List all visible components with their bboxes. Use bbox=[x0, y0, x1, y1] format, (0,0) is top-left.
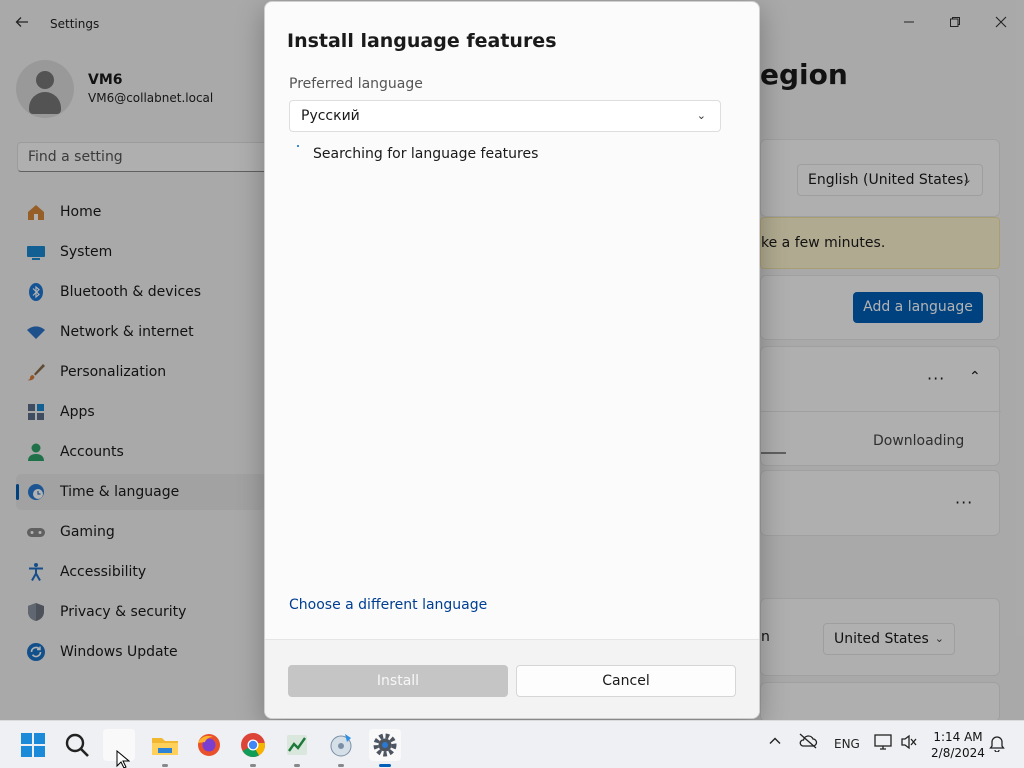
clock[interactable]: 1:14 AM 2/8/2024 bbox=[928, 729, 988, 761]
dialog-title: Install language features bbox=[287, 30, 557, 52]
clock-time: 1:14 AM bbox=[933, 730, 983, 744]
gear-icon bbox=[373, 733, 397, 757]
dialog-footer: Install Cancel bbox=[265, 639, 759, 718]
start-button[interactable] bbox=[17, 729, 49, 761]
chevron-up-icon[interactable] bbox=[768, 734, 782, 751]
preferred-language-dropdown[interactable]: Русский ⌄ bbox=[289, 100, 721, 132]
chevron-down-icon: ⌄ bbox=[696, 109, 706, 122]
preferred-language-label: Preferred language bbox=[289, 76, 423, 92]
install-button[interactable]: Install bbox=[288, 665, 508, 697]
display-icon[interactable] bbox=[874, 734, 892, 753]
chart-app-icon bbox=[287, 735, 307, 755]
file-explorer-button[interactable] bbox=[149, 729, 181, 767]
search-icon bbox=[65, 733, 89, 757]
preferred-language-value: Русский bbox=[301, 108, 360, 124]
volume-muted-icon[interactable] bbox=[900, 734, 918, 753]
cloud-offline-icon[interactable] bbox=[798, 733, 818, 752]
firefox-icon bbox=[198, 734, 220, 756]
mouse-cursor-icon bbox=[116, 749, 131, 768]
loading-spinner-icon bbox=[295, 143, 305, 153]
firefox-button[interactable] bbox=[193, 729, 225, 761]
disk-app-icon bbox=[330, 734, 352, 757]
windows-logo-icon bbox=[21, 733, 45, 757]
app-chart-button[interactable] bbox=[281, 729, 313, 767]
chrome-button[interactable] bbox=[237, 729, 269, 767]
language-indicator[interactable]: ENG bbox=[834, 737, 860, 751]
cancel-button[interactable]: Cancel bbox=[516, 665, 736, 697]
choose-different-language-link[interactable]: Choose a different language bbox=[289, 597, 487, 613]
search-button[interactable] bbox=[61, 729, 93, 761]
chrome-icon bbox=[241, 733, 265, 758]
taskbar: ENG 1:14 AM 2/8/2024 bbox=[0, 720, 1024, 768]
clock-date: 2/8/2024 bbox=[931, 746, 985, 760]
status-text: Searching for language features bbox=[313, 146, 539, 162]
install-language-features-dialog: Install language features Preferred lang… bbox=[264, 1, 760, 719]
bell-icon[interactable] bbox=[989, 734, 1005, 755]
folder-icon bbox=[152, 738, 178, 755]
app-disk-button[interactable] bbox=[325, 729, 357, 767]
settings-app-button[interactable] bbox=[369, 729, 401, 767]
